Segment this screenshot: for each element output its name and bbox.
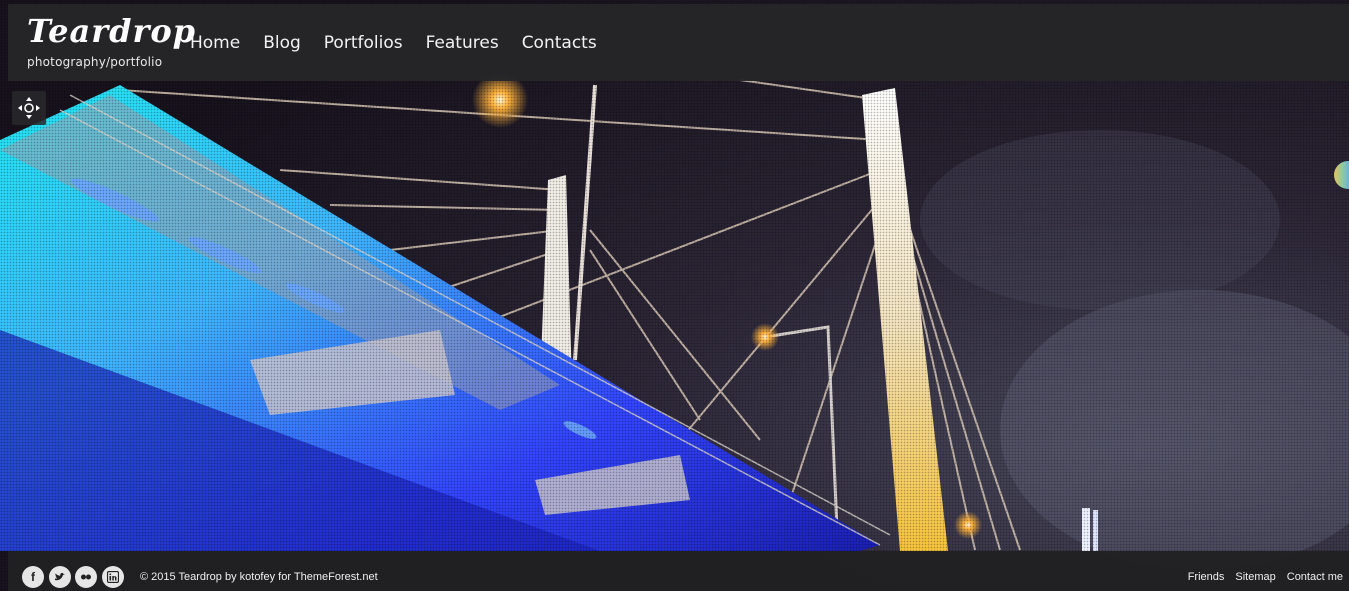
site-tagline: photography/portfolio: [27, 55, 163, 69]
footer-link-friends[interactable]: Friends: [1188, 571, 1225, 583]
nav-blog[interactable]: Blog: [263, 34, 301, 52]
nav-features[interactable]: Features: [426, 34, 499, 52]
social-links: f: [22, 566, 128, 588]
linkedin-icon[interactable]: [101, 566, 124, 588]
flickr-icon[interactable]: [75, 566, 97, 588]
footer-link-contact-me[interactable]: Contact me: [1287, 571, 1343, 583]
footer-links: Friends Sitemap Contact me: [1177, 571, 1343, 583]
nav-home[interactable]: Home: [190, 34, 240, 52]
copyright-middle: for: [275, 571, 294, 583]
twitter-icon[interactable]: [48, 566, 71, 588]
copyright-text: © 2015 Teardrop by kotofey for ThemeFore…: [140, 571, 378, 583]
author-link[interactable]: kotofey: [240, 571, 275, 583]
move-arrows-icon[interactable]: [12, 91, 46, 125]
site-header: Teardrop photography/portfolio Home Blog…: [8, 4, 1349, 81]
nav-portfolios[interactable]: Portfolios: [324, 34, 403, 52]
site-logo[interactable]: Teardrop: [27, 11, 196, 51]
facebook-icon[interactable]: f: [22, 566, 44, 588]
hero-background-image: [0, 0, 1349, 591]
themeforest-link[interactable]: ThemeForest.net: [294, 571, 378, 583]
main-nav: Home Blog Portfolios Features Contacts: [190, 34, 620, 52]
site-footer: f © 2015 Teardrop by kotofey for ThemeFo…: [8, 551, 1349, 591]
footer-link-sitemap[interactable]: Sitemap: [1235, 571, 1275, 583]
copyright-prefix: © 2015 Teardrop by: [140, 571, 240, 583]
nav-contacts[interactable]: Contacts: [522, 34, 597, 52]
